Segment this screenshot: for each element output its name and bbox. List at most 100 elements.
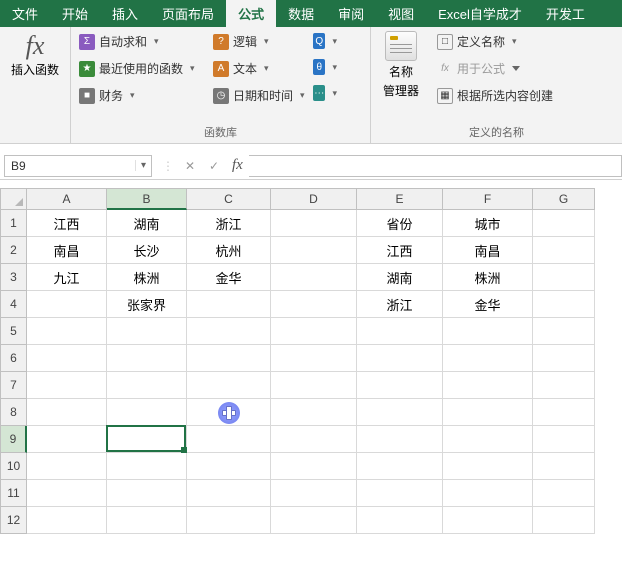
cell-F12[interactable] <box>443 507 533 534</box>
row-header-7[interactable]: 7 <box>0 372 27 399</box>
cell-B8[interactable] <box>107 399 187 426</box>
cell-E10[interactable] <box>357 453 443 480</box>
tab-page-layout[interactable]: 页面布局 <box>150 0 226 27</box>
cell-A1[interactable]: 江西 <box>27 210 107 237</box>
cell-F7[interactable] <box>443 372 533 399</box>
row-header-1[interactable]: 1 <box>0 210 27 237</box>
cell-E1[interactable]: 省份 <box>357 210 443 237</box>
row-header-2[interactable]: 2 <box>0 237 27 264</box>
tab-formulas[interactable]: 公式 <box>226 0 276 27</box>
cell-E2[interactable]: 江西 <box>357 237 443 264</box>
cell-D2[interactable] <box>271 237 357 264</box>
cell-D5[interactable] <box>271 318 357 345</box>
logical-button[interactable]: ?逻辑 <box>211 31 307 52</box>
lookup-button[interactable]: Q <box>311 31 339 51</box>
row-header-5[interactable]: 5 <box>0 318 27 345</box>
autosum-button[interactable]: Σ自动求和 <box>77 31 207 52</box>
cell-A11[interactable] <box>27 480 107 507</box>
cell-E9[interactable] <box>357 426 443 453</box>
cell-A10[interactable] <box>27 453 107 480</box>
cell-D12[interactable] <box>271 507 357 534</box>
cell-D10[interactable] <box>271 453 357 480</box>
cell-F3[interactable]: 株洲 <box>443 264 533 291</box>
cell-C4[interactable] <box>187 291 271 318</box>
tab-home[interactable]: 开始 <box>50 0 100 27</box>
cell-D1[interactable] <box>271 210 357 237</box>
name-manager-button[interactable]: 名称 管理器 <box>377 31 425 99</box>
cell-C8[interactable] <box>187 399 271 426</box>
row-header-10[interactable]: 10 <box>0 453 27 480</box>
column-header-B[interactable]: B <box>107 188 187 210</box>
column-header-D[interactable]: D <box>271 188 357 210</box>
cell-F9[interactable] <box>443 426 533 453</box>
tab-insert[interactable]: 插入 <box>100 0 150 27</box>
cell-B6[interactable] <box>107 345 187 372</box>
cell-B11[interactable] <box>107 480 187 507</box>
cell-D7[interactable] <box>271 372 357 399</box>
cell-C5[interactable] <box>187 318 271 345</box>
cell-F11[interactable] <box>443 480 533 507</box>
cell-C3[interactable]: 金华 <box>187 264 271 291</box>
fx-small-icon[interactable]: fx <box>226 157 249 174</box>
formula-cancel-button[interactable]: ✕ <box>178 159 202 173</box>
insert-function-button[interactable]: fx 插入函数 <box>6 31 64 78</box>
cell-B4[interactable]: 张家界 <box>107 291 187 318</box>
cell-C1[interactable]: 浙江 <box>187 210 271 237</box>
create-from-selection-button[interactable]: ▦根据所选内容创建 <box>435 85 555 106</box>
cell-C7[interactable] <box>187 372 271 399</box>
cell-B7[interactable] <box>107 372 187 399</box>
financial-button[interactable]: ■财务 <box>77 85 207 106</box>
cell-F8[interactable] <box>443 399 533 426</box>
tab-data[interactable]: 数据 <box>276 0 326 27</box>
cell-A12[interactable] <box>27 507 107 534</box>
cell-G2[interactable] <box>533 237 595 264</box>
column-header-C[interactable]: C <box>187 188 271 210</box>
cell-G8[interactable] <box>533 399 595 426</box>
use-in-formula-button[interactable]: fx用于公式 <box>435 58 555 79</box>
tab-developer[interactable]: 开发工 <box>534 0 597 27</box>
name-box[interactable]: B9 ▾ <box>4 155 152 177</box>
row-header-3[interactable]: 3 <box>0 264 27 291</box>
cell-G9[interactable] <box>533 426 595 453</box>
column-header-F[interactable]: F <box>443 188 533 210</box>
cell-F4[interactable]: 金华 <box>443 291 533 318</box>
row-header-4[interactable]: 4 <box>0 291 27 318</box>
cell-E6[interactable] <box>357 345 443 372</box>
cell-D3[interactable] <box>271 264 357 291</box>
cell-A5[interactable] <box>27 318 107 345</box>
name-box-dropdown[interactable]: ▾ <box>135 160 151 171</box>
cell-A4[interactable] <box>27 291 107 318</box>
cell-G7[interactable] <box>533 372 595 399</box>
row-header-6[interactable]: 6 <box>0 345 27 372</box>
cell-G11[interactable] <box>533 480 595 507</box>
cell-C9[interactable] <box>187 426 271 453</box>
cell-B2[interactable]: 长沙 <box>107 237 187 264</box>
math-button[interactable]: θ <box>311 57 339 77</box>
column-header-G[interactable]: G <box>533 188 595 210</box>
cell-A8[interactable] <box>27 399 107 426</box>
cell-D8[interactable] <box>271 399 357 426</box>
cell-A6[interactable] <box>27 345 107 372</box>
datetime-button[interactable]: ◷日期和时间 <box>211 85 307 106</box>
cell-D6[interactable] <box>271 345 357 372</box>
more-functions-button[interactable]: ⋯ <box>311 83 339 103</box>
formula-input[interactable] <box>249 155 622 177</box>
cell-G3[interactable] <box>533 264 595 291</box>
tab-review[interactable]: 审阅 <box>326 0 376 27</box>
formula-confirm-button[interactable]: ✓ <box>202 159 226 173</box>
cell-G5[interactable] <box>533 318 595 345</box>
cell-B9[interactable] <box>107 426 187 453</box>
cell-E5[interactable] <box>357 318 443 345</box>
column-header-E[interactable]: E <box>357 188 443 210</box>
cell-G12[interactable] <box>533 507 595 534</box>
cell-E12[interactable] <box>357 507 443 534</box>
cell-C10[interactable] <box>187 453 271 480</box>
tab-file[interactable]: 文件 <box>0 0 50 27</box>
cell-F6[interactable] <box>443 345 533 372</box>
cell-B1[interactable]: 湖南 <box>107 210 187 237</box>
cell-B3[interactable]: 株洲 <box>107 264 187 291</box>
cell-C12[interactable] <box>187 507 271 534</box>
cell-A2[interactable]: 南昌 <box>27 237 107 264</box>
cell-F1[interactable]: 城市 <box>443 210 533 237</box>
cell-E7[interactable] <box>357 372 443 399</box>
